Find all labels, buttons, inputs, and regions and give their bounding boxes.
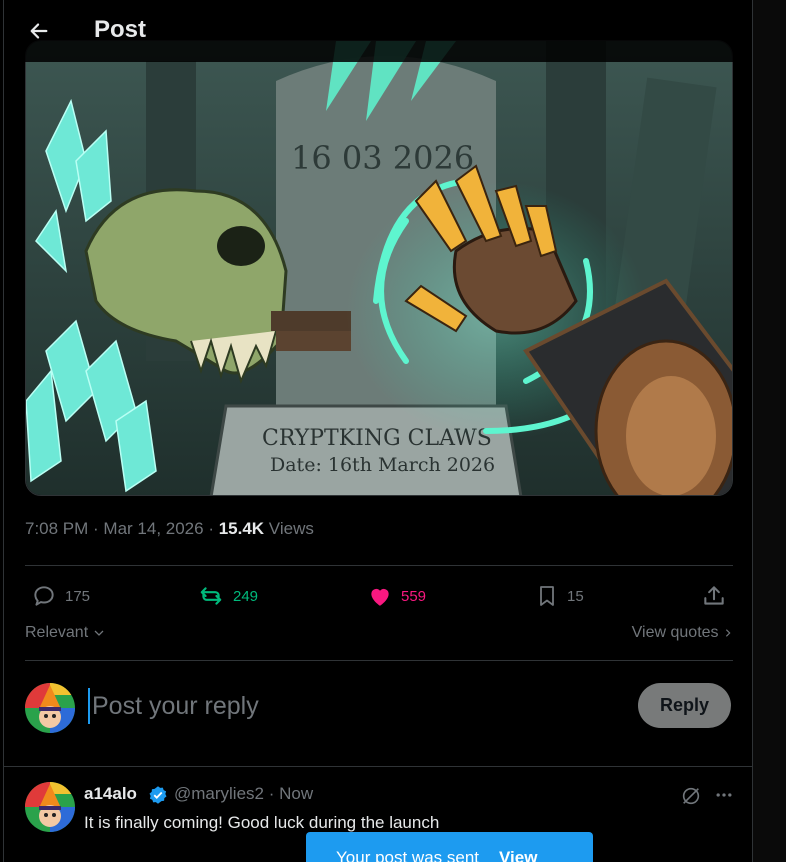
reply-handle-time: @marylies2 · Now [174, 784, 314, 803]
share-action[interactable] [701, 578, 727, 614]
reply-icon [34, 586, 54, 606]
page-title: Post [94, 16, 147, 43]
reply-input[interactable] [88, 688, 608, 724]
reply-sort-row: Relevant View quotes [25, 624, 733, 646]
more-horizontal-icon [716, 793, 732, 797]
toast-notification: Your post was sent View [306, 832, 593, 862]
divider [25, 660, 733, 661]
bookmark-count: 15 [567, 587, 584, 605]
avatar[interactable] [25, 782, 75, 832]
view-quotes-label: View quotes [631, 624, 719, 641]
like-count: 559 [401, 587, 427, 605]
avatar[interactable] [25, 683, 75, 733]
chevron-right-icon [725, 629, 731, 637]
post-image[interactable]: 16 03 2026 CRYPTKING CLAWS Date: 16th Ma… [25, 40, 733, 496]
right-sidebar-edge [753, 0, 786, 862]
views-count: 15.4K [218, 519, 265, 538]
bookmark-icon [540, 586, 554, 606]
grok-icon [682, 787, 700, 805]
avatar-image [25, 782, 75, 832]
reply-button[interactable]: Reply [638, 683, 731, 728]
reply-action[interactable]: 175 [31, 578, 90, 614]
divider [25, 565, 733, 566]
repost-action[interactable]: 249 [197, 578, 258, 614]
tombstone-date: 16 03 2026 [291, 139, 474, 177]
post-column: 16 03 2026 CRYPTKING CLAWS Date: 16th Ma… [3, 0, 753, 862]
sort-dropdown[interactable]: Relevant [25, 624, 105, 642]
reply-count: 175 [65, 587, 91, 605]
top-header: Post [4, 0, 752, 62]
reply-text: It is finally coming! Good luck during t… [84, 813, 440, 832]
avatar-image [25, 683, 75, 733]
repost-icon [200, 587, 222, 605]
toast-message: Your post was sent [336, 848, 480, 862]
post-time[interactable]: 7:08 PM · Mar 14, 2026 · [25, 519, 219, 538]
more-options-button[interactable] [714, 785, 734, 810]
toast-view-link[interactable]: View [499, 848, 537, 862]
post-timestamp: 7:08 PM · Mar 14, 2026 · 15.4K Views [25, 519, 314, 539]
bookmark-action[interactable]: 15 [535, 578, 584, 614]
view-quotes-link[interactable]: View quotes [632, 624, 733, 642]
heart-filled-icon [371, 588, 389, 606]
share-icon [704, 586, 724, 605]
like-action[interactable]: 559 [367, 578, 426, 614]
back-button[interactable] [24, 16, 54, 46]
grok-button[interactable] [680, 785, 702, 812]
post-actions: 175 249 559 15 [25, 578, 733, 614]
views-label: Views [264, 519, 314, 538]
chevron-down-icon [94, 630, 104, 636]
sort-label: Relevant [25, 624, 89, 641]
reply-author-name[interactable]: a14alo [84, 784, 137, 804]
verified-badge-icon [149, 786, 167, 804]
plaque-date: Date: 16th March 2026 [270, 454, 495, 476]
repost-count: 249 [233, 587, 259, 605]
arrow-left-icon [30, 23, 48, 39]
